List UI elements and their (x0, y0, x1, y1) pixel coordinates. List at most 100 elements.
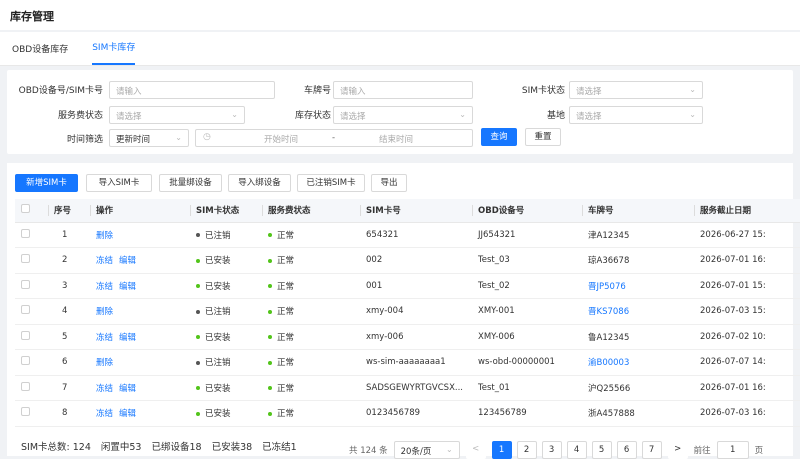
row-checkbox[interactable] (15, 349, 48, 376)
row-checkbox[interactable] (15, 324, 48, 350)
cell-service-end-date: 2026-07-07 14: (694, 349, 800, 376)
query-button[interactable]: 查询 (481, 128, 517, 146)
tab-obd-stock[interactable]: OBD设备库存 (12, 42, 68, 65)
tab-sim-stock[interactable]: SIM卡库存 (92, 40, 136, 65)
next-page-button[interactable]: > (667, 441, 688, 459)
plate-text[interactable]: 晋KS7086 (588, 307, 629, 317)
reset-button[interactable]: 重置 (525, 128, 561, 146)
page-button-6[interactable]: 6 (616, 441, 637, 459)
cell-index: 2 (48, 247, 90, 274)
page-button-7[interactable]: 7 (641, 441, 662, 459)
chevron-down-icon: ⌄ (231, 110, 238, 119)
cell-service-end-date: 2026-07-01 16: (694, 247, 800, 274)
row-checkbox[interactable] (15, 375, 48, 401)
cell-obd-number: XMY-001 (472, 298, 582, 325)
freeze-link[interactable]: 冻结 (96, 333, 113, 343)
filter-panel: OBD设备号/SIM卡号 请输入 车牌号 请输入 SIM卡状态 请选择 ⌄ 服务费… (7, 70, 793, 154)
plate-text[interactable]: 晋JP5076 (588, 282, 626, 292)
prev-page-button[interactable]: < (465, 441, 486, 459)
cell-obd-number: Test_02 (472, 273, 582, 299)
stock-status-select[interactable]: 请选择 ⌄ (333, 106, 473, 124)
cell-sim-status: 已注销 (190, 349, 262, 376)
goto-page-input[interactable]: 1 (716, 441, 749, 459)
base-label: 基地 (546, 111, 565, 121)
cell-sim-number: SADSGEWYRTGVCSX... (360, 375, 472, 401)
row-checkbox[interactable] (15, 247, 48, 274)
end-time-input[interactable]: 结束时间 (356, 133, 436, 145)
service-status-label: 服务费状态 (57, 111, 103, 121)
import-bind-button[interactable]: 导入绑设备 (228, 174, 291, 192)
base-placeholder: 请选择 (576, 112, 602, 122)
import-sim-button[interactable]: 导入SIM卡 (86, 174, 152, 192)
cell-obd-number: JJ654321 (472, 222, 582, 248)
freeze-link[interactable]: 冻结 (96, 409, 113, 419)
cell-actions: 冻结 编辑 (90, 247, 190, 274)
cell-sim-number: 654321 (360, 222, 472, 248)
delete-link[interactable]: 删除 (96, 358, 113, 368)
page-size-select[interactable]: 20条/页 ⌄ (393, 441, 460, 459)
time-filter-label: 时间筛选 (66, 135, 103, 145)
summary-total: SIM卡总数: 124 (21, 442, 91, 453)
plate-input[interactable]: 请输入 (333, 81, 473, 99)
delete-link[interactable]: 删除 (96, 231, 113, 241)
sim-status-text: 已安装 (205, 281, 231, 292)
export-button[interactable]: 导出 (371, 174, 407, 192)
page-button-2[interactable]: 2 (516, 441, 537, 459)
goto-suffix: 页 (754, 446, 764, 456)
edit-link[interactable]: 编辑 (119, 282, 136, 292)
cell-plate[interactable]: 晋KS7086 (582, 298, 694, 325)
sim-status-text: 已安装 (205, 409, 231, 420)
edit-link[interactable]: 编辑 (119, 333, 136, 343)
page-button-1[interactable]: 1 (491, 441, 512, 459)
status-dot-icon (196, 284, 200, 289)
date-range-picker[interactable]: ◷ 开始时间 - 结束时间 (195, 129, 473, 147)
summary-bound: 已绑设备18 (151, 442, 202, 453)
plate-text[interactable]: 渝B00003 (588, 358, 629, 368)
edit-link[interactable]: 编辑 (119, 384, 136, 394)
cell-plate[interactable]: 渝B00003 (582, 349, 694, 376)
sim-status-select[interactable]: 请选择 ⌄ (569, 81, 703, 99)
freeze-link[interactable]: 冻结 (96, 282, 113, 292)
row-checkbox[interactable] (15, 222, 48, 248)
status-dot-icon (196, 386, 200, 391)
service-status-select[interactable]: 请选择 ⌄ (109, 106, 245, 124)
obd-sim-input[interactable]: 请输入 (109, 81, 275, 99)
freeze-link[interactable]: 冻结 (96, 256, 113, 266)
row-checkbox[interactable] (15, 273, 48, 299)
cell-sim-number: 002 (360, 247, 472, 274)
cell-actions: 冻结 编辑 (90, 375, 190, 401)
header-actions: 操作 (90, 199, 190, 223)
select-all-checkbox[interactable] (15, 199, 48, 223)
delete-link[interactable]: 删除 (96, 307, 113, 317)
cell-sim-number: 0123456789 (360, 400, 472, 427)
page-button-5[interactable]: 5 (591, 441, 612, 459)
sim-status-text: 已注销 (205, 230, 231, 241)
cancelled-sim-button[interactable]: 已注销SIM卡 (297, 174, 365, 192)
cell-index: 7 (48, 375, 90, 401)
start-time-input[interactable]: 开始时间 (246, 133, 316, 145)
time-type-select[interactable]: 更新时间 ⌄ (109, 129, 189, 147)
batch-bind-button[interactable]: 批量绑设备 (159, 174, 222, 192)
cell-plate[interactable]: 晋JP5076 (582, 273, 694, 299)
service-status-text: 正常 (277, 409, 295, 420)
cell-service-end-date: 2026-07-01 16: (694, 375, 800, 401)
status-dot-icon (268, 360, 272, 365)
stock-status-label: 库存状态 (294, 111, 331, 121)
edit-link[interactable]: 编辑 (119, 409, 136, 419)
page-button-3[interactable]: 3 (541, 441, 562, 459)
plate-placeholder: 请输入 (340, 87, 366, 97)
row-checkbox[interactable] (15, 298, 48, 325)
freeze-link[interactable]: 冻结 (96, 384, 113, 394)
table-row: 8 冻结 编辑 已安装 正常 0123456789 123456789 浙A457888 202… (15, 400, 800, 427)
service-status-placeholder: 请选择 (116, 112, 142, 122)
base-select[interactable]: 请选择 ⌄ (569, 106, 703, 124)
page-button-4[interactable]: 4 (566, 441, 587, 459)
service-status-text: 正常 (277, 358, 295, 369)
edit-link[interactable]: 编辑 (119, 256, 136, 266)
add-sim-button[interactable]: 新增SIM卡 (15, 174, 78, 192)
row-checkbox[interactable] (15, 400, 48, 427)
header-obd-number: OBD设备号 (472, 199, 582, 223)
cell-sim-status: 已安装 (190, 273, 262, 299)
cell-service-status: 正常 (262, 375, 360, 401)
status-dot-icon (268, 386, 272, 391)
